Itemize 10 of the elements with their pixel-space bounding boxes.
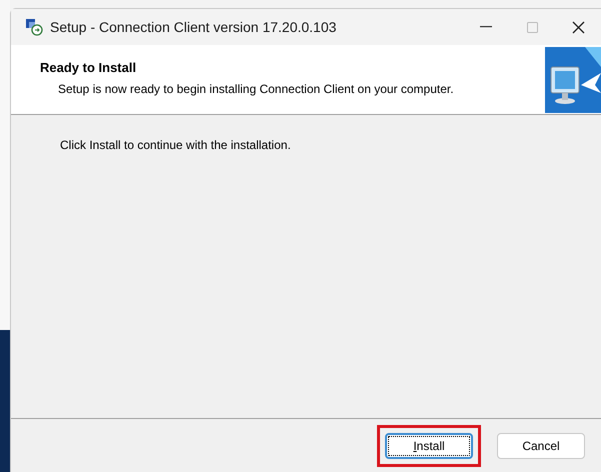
- maximize-icon: [526, 22, 538, 32]
- instruction-text: Click Install to continue with the installation.: [60, 138, 291, 152]
- window-title: Setup - Connection Client version 17.20.0.103: [50, 18, 336, 37]
- close-icon: [572, 20, 584, 34]
- install-button[interactable]: Install: [385, 432, 473, 458]
- minimize-icon: [480, 26, 492, 28]
- installer-icon: [25, 18, 43, 36]
- cancel-button[interactable]: Cancel: [497, 432, 585, 458]
- header-title: Ready to Install: [40, 59, 138, 77]
- header-subtitle: Setup is now ready to begin installing Connection Client on your computer.: [58, 80, 455, 98]
